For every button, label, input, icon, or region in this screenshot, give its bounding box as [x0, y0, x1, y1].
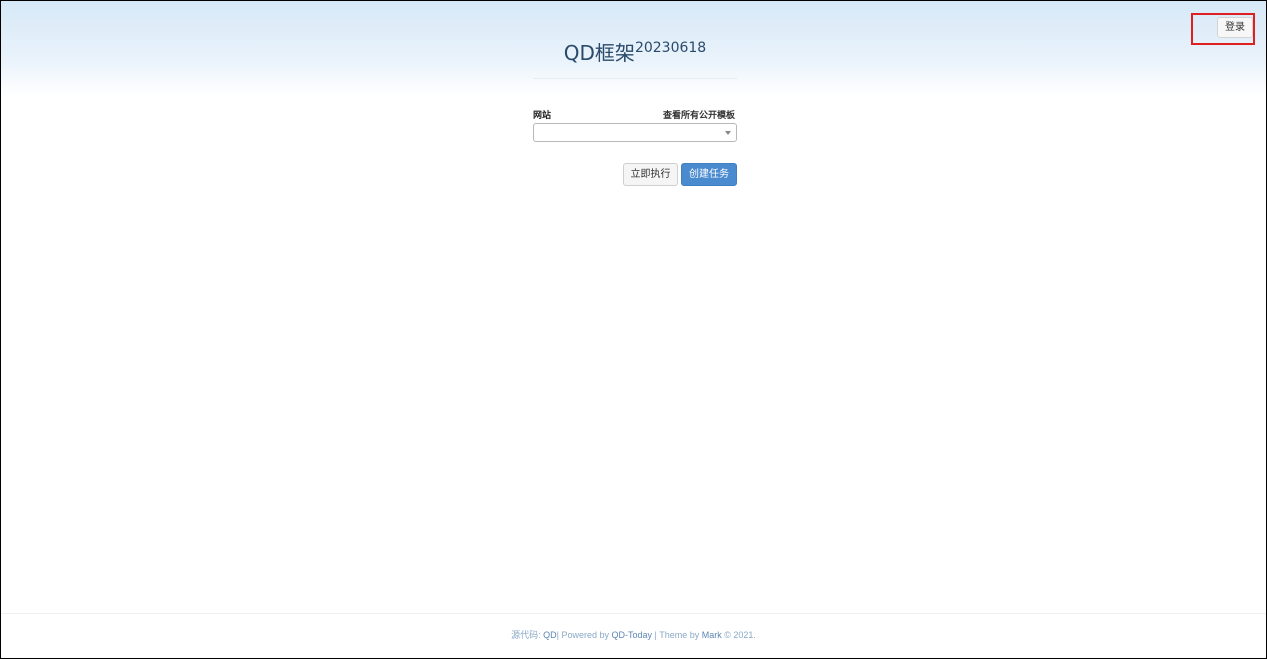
page-title: QD框架20230618 — [533, 37, 737, 66]
footer: 源代码: QD| Powered by QD-Today | Theme by … — [1, 628, 1266, 641]
create-task-button[interactable]: 创建任务 — [681, 163, 737, 186]
site-label: 网站 — [533, 111, 552, 121]
site-select[interactable] — [533, 123, 737, 142]
footer-theme-prefix: | Theme by — [652, 630, 702, 640]
footer-powered-link[interactable]: QD-Today — [612, 630, 653, 640]
footer-copyright: © 2021. — [721, 630, 756, 640]
chevron-down-icon — [725, 131, 731, 135]
footer-divider — [1, 613, 1266, 614]
title-divider — [533, 78, 737, 79]
view-public-templates-link[interactable]: 查看所有公开模板 — [663, 108, 735, 121]
login-button[interactable]: 登录 — [1217, 17, 1253, 38]
footer-source-link[interactable]: QD — [543, 630, 557, 640]
run-now-button[interactable]: 立即执行 — [623, 163, 678, 186]
footer-theme-link[interactable]: Mark — [702, 630, 722, 640]
footer-source-prefix: 源代码: — [511, 630, 544, 640]
footer-powered-prefix: | Powered by — [556, 630, 612, 640]
title-text: QD框架 — [563, 41, 635, 65]
version-label: 20230618 — [634, 40, 707, 56]
page: 登录 QD框架20230618 网站 查看所有公开模板 立即执行 创建任务 源代… — [0, 0, 1267, 659]
